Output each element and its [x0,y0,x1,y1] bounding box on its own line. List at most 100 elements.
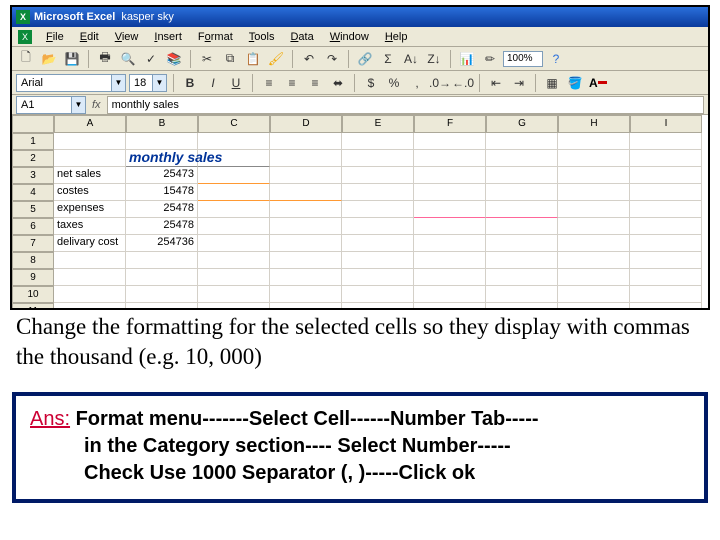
row-2[interactable]: 2 [12,150,54,167]
font-combo[interactable]: Arial▼ [16,74,126,92]
borders-icon[interactable]: ▦ [542,73,562,93]
sort-asc-icon[interactable]: A↓ [401,49,421,69]
new-icon[interactable]: 🗋 [16,49,36,69]
row-3[interactable]: 3 [12,167,54,184]
inc-indent-icon[interactable]: ⇥ [509,73,529,93]
col-A[interactable]: A [54,115,126,133]
col-G[interactable]: G [486,115,558,133]
fx-icon[interactable]: fx [92,99,101,111]
answer-box: Ans: Format menu-------Select Cell------… [12,392,708,503]
cell-B3[interactable]: 25473 [126,167,198,184]
align-right-icon[interactable]: ≡ [305,73,325,93]
cell-A2[interactable] [54,150,126,167]
col-H[interactable]: H [558,115,630,133]
col-B[interactable]: B [126,115,198,133]
font-color-icon[interactable]: A [588,73,608,93]
inc-decimal-button[interactable]: .0→ [430,73,450,93]
col-I[interactable]: I [630,115,702,133]
align-left-icon[interactable]: ≡ [259,73,279,93]
drawing-icon[interactable]: ✏ [480,49,500,69]
dec-decimal-button[interactable]: ←.0 [453,73,473,93]
formatting-toolbar: Arial▼ 18▼ B I U ≡ ≡ ≡ ⬌ $ % , .0→ ←.0 ⇤… [12,71,708,95]
autosum-icon[interactable]: Σ [378,49,398,69]
row-6[interactable]: 6 [12,218,54,235]
title-bar: X Microsoft Excel kasper sky [12,7,708,27]
cell-A5[interactable]: expenses [54,201,126,218]
row-4[interactable]: 4 [12,184,54,201]
row-9[interactable]: 9 [12,269,54,286]
formula-bar: A1▼ fx monthly sales [12,95,708,115]
cell-B2[interactable]: monthly sales [126,150,198,167]
row-7[interactable]: 7 [12,235,54,252]
formula-input[interactable]: monthly sales [107,96,704,114]
comma-button[interactable]: , [407,73,427,93]
spreadsheet-grid[interactable]: A B C D E F G H I 1 2 monthly sales 3 ne… [12,115,708,310]
dec-indent-icon[interactable]: ⇤ [486,73,506,93]
menu-bar: X File Edit View Insert Format Tools Dat… [12,27,708,47]
menu-file[interactable]: File [38,29,72,45]
row-5[interactable]: 5 [12,201,54,218]
bold-button[interactable]: B [180,73,200,93]
italic-button[interactable]: I [203,73,223,93]
help-icon[interactable]: ? [546,49,566,69]
select-all-corner[interactable] [12,115,54,133]
sort-desc-icon[interactable]: Z↓ [424,49,444,69]
col-D[interactable]: D [270,115,342,133]
answer-label: Ans: [30,408,70,430]
cell-A4[interactable]: costes [54,184,126,201]
cut-icon[interactable]: ✂ [197,49,217,69]
cell-A6[interactable]: taxes [54,218,126,235]
zoom-combo[interactable]: 100% [503,51,543,67]
question-text: Change the formatting for the selected c… [16,312,706,372]
excel-window: X Microsoft Excel kasper sky X File Edit… [10,5,710,310]
percent-button[interactable]: % [384,73,404,93]
cell-A3[interactable]: net sales [54,167,126,184]
menu-view[interactable]: View [107,29,147,45]
menu-format[interactable]: Format [190,29,241,45]
cell-B6[interactable]: 25478 [126,218,198,235]
name-box[interactable]: A1▼ [16,96,86,114]
row-8[interactable]: 8 [12,252,54,269]
menu-tools[interactable]: Tools [241,29,283,45]
answer-line1: Format menu-------Select Cell------Numbe… [70,408,538,430]
cell-A1[interactable] [54,133,126,150]
col-C[interactable]: C [198,115,270,133]
row-1[interactable]: 1 [12,133,54,150]
spell-icon[interactable]: ✓ [141,49,161,69]
print-icon[interactable]: 🖶 [95,49,115,69]
align-center-icon[interactable]: ≡ [282,73,302,93]
research-icon[interactable]: 📚 [164,49,184,69]
preview-icon[interactable]: 🔍 [118,49,138,69]
size-combo[interactable]: 18▼ [129,74,167,92]
menu-data[interactable]: Data [282,29,321,45]
cell-B5[interactable]: 25478 [126,201,198,218]
save-icon[interactable]: 💾 [62,49,82,69]
row-10[interactable]: 10 [12,286,54,303]
paste-icon[interactable]: 📋 [243,49,263,69]
open-icon[interactable]: 📂 [39,49,59,69]
cell-B4[interactable]: 15478 [126,184,198,201]
menu-window[interactable]: Window [322,29,377,45]
excel-doc-icon[interactable]: X [18,30,32,44]
redo-icon[interactable]: ↷ [322,49,342,69]
copy-icon[interactable]: ⧉ [220,49,240,69]
menu-help[interactable]: Help [377,29,416,45]
col-E[interactable]: E [342,115,414,133]
standard-toolbar: 🗋 📂 💾 🖶 🔍 ✓ 📚 ✂ ⧉ 📋 🖌 ↶ ↷ 🔗 Σ A↓ Z↓ 📊 ✏ … [12,47,708,71]
currency-button[interactable]: $ [361,73,381,93]
col-F[interactable]: F [414,115,486,133]
menu-edit[interactable]: Edit [72,29,107,45]
underline-button[interactable]: U [226,73,246,93]
fill-color-icon[interactable]: 🪣 [565,73,585,93]
format-painter-icon[interactable]: 🖌 [266,49,286,69]
merge-icon[interactable]: ⬌ [328,73,348,93]
answer-line2: in the Category section---- Select Numbe… [84,435,511,457]
cell-B7[interactable]: 254736 [126,235,198,252]
cell-A7[interactable]: delivary cost [54,235,126,252]
excel-icon: X [16,10,30,24]
menu-insert[interactable]: Insert [146,29,190,45]
chart-icon[interactable]: 📊 [457,49,477,69]
undo-icon[interactable]: ↶ [299,49,319,69]
hyperlink-icon[interactable]: 🔗 [355,49,375,69]
row-11[interactable]: 11 [12,303,54,310]
